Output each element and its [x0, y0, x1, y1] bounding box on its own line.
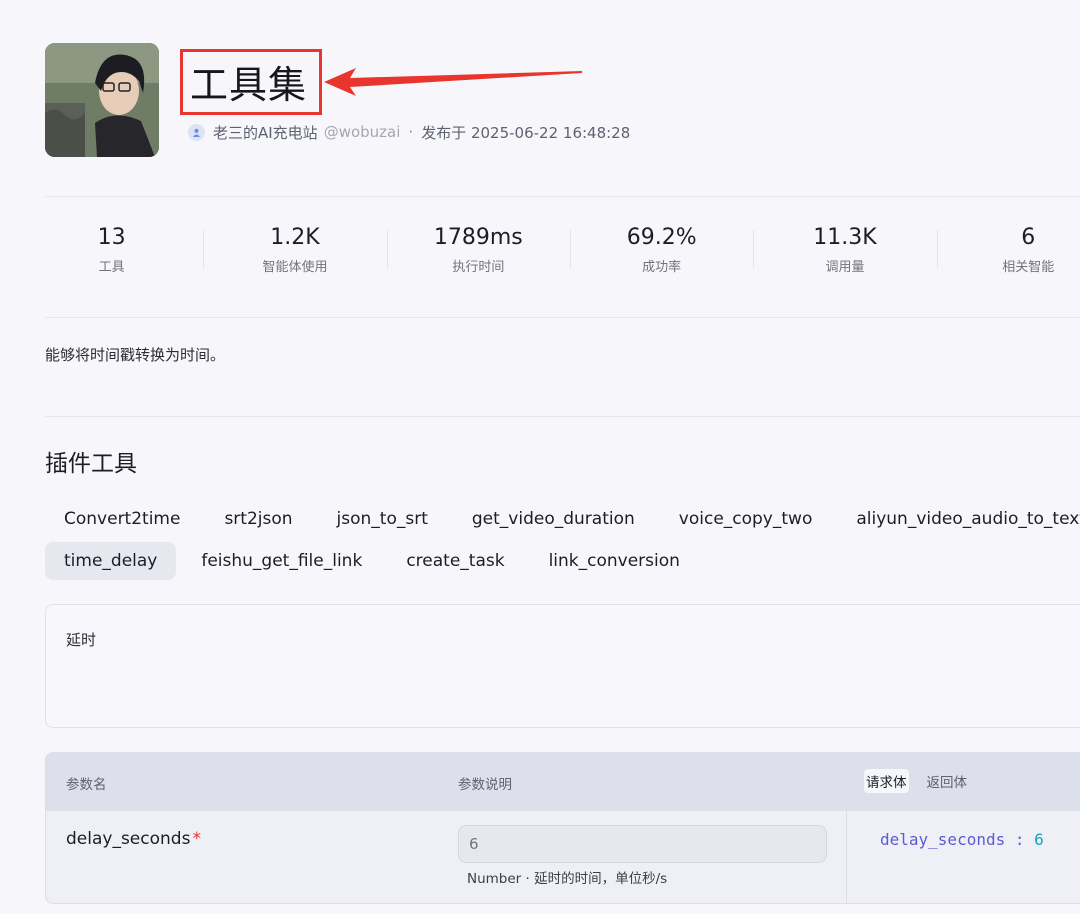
author-handle: @wobuzai [323, 123, 401, 141]
params-table: 参数名 参数说明 请求体 返回体 delay_seconds* Number ·… [45, 752, 1080, 904]
stat-value: 13 [97, 225, 126, 250]
col-header-param-name: 参数名 [66, 777, 107, 793]
divider [45, 416, 1080, 417]
stat-value: 69.2% [626, 225, 697, 250]
tool-description: 延时 [66, 631, 97, 649]
stats-bar: 13 工具 1.2K 智能体使用 1789ms 执行时间 69.2% 成功率 1… [20, 218, 1080, 282]
stat-success-rate: 69.2% 成功率 [569, 218, 753, 282]
divider [45, 317, 1080, 318]
stat-related-agents: 6 相关智能 [936, 218, 1080, 282]
tool-tabs-row-2: time_delay feishu_get_file_link create_t… [45, 542, 705, 580]
col-header-param-desc: 参数说明 [458, 777, 512, 793]
tab-link-conversion[interactable]: link_conversion [530, 542, 699, 580]
tab-convert2time[interactable]: Convert2time [45, 500, 199, 538]
json-key: delay_seconds [880, 830, 1006, 849]
annotation-arrow-icon [324, 68, 582, 96]
tab-voice-copy-two[interactable]: voice_copy_two [660, 500, 832, 538]
user-icon [188, 123, 205, 141]
column-divider [846, 811, 847, 903]
json-separator: : [1005, 830, 1035, 849]
stat-value: 1.2K [270, 225, 320, 250]
tab-json-to-srt[interactable]: json_to_srt [318, 500, 447, 538]
stat-call-count: 11.3K 调用量 [753, 218, 936, 282]
tab-response-body[interactable]: 返回体 [925, 769, 970, 793]
tab-create-task[interactable]: create_task [387, 542, 523, 580]
stat-label: 工具 [98, 260, 125, 275]
param-name-label: delay_seconds [66, 829, 191, 849]
meta-separator: · [408, 123, 414, 141]
divider [45, 196, 1080, 197]
stat-label: 成功率 [642, 260, 682, 275]
stat-label: 相关智能 [1002, 260, 1055, 275]
page-title: 工具集 [190, 63, 308, 107]
stat-value: 1789ms [433, 225, 523, 250]
json-value: 6 [1034, 830, 1044, 849]
tool-tabs-row-1: Convert2time srt2json json_to_srt get_vi… [45, 500, 1080, 538]
param-hint: Number · 延时的时间，单位秒/s [467, 871, 668, 887]
stat-agent-usage: 1.2K 智能体使用 [203, 218, 386, 282]
plugin-description: 能够将时间戳转换为时间。 [45, 346, 226, 364]
tab-srt2json[interactable]: srt2json [205, 500, 311, 538]
publish-date: 发布于 2025-06-22 16:48:28 [421, 123, 631, 142]
tab-feishu-get-file-link[interactable]: feishu_get_file_link [182, 542, 381, 580]
tab-request-body[interactable]: 请求体 [864, 769, 909, 793]
tab-aliyun-video-audio-to-text[interactable]: aliyun_video_audio_to_text [837, 500, 1080, 538]
stat-value: 11.3K [813, 225, 877, 250]
section-title: 插件工具 [45, 451, 137, 477]
params-header: 参数名 参数说明 请求体 返回体 [46, 753, 1080, 811]
body-tabs: 请求体 返回体 [864, 769, 985, 793]
stat-label: 执行时间 [452, 260, 505, 275]
tool-description-card: 延时 [45, 604, 1080, 728]
tab-time-delay[interactable]: time_delay [45, 542, 177, 580]
stat-label: 智能体使用 [262, 260, 328, 275]
required-marker: * [192, 829, 201, 849]
request-body-json: delay_seconds : 6 [880, 830, 1044, 849]
author-meta: 老三的AI充电站 @wobuzai · 发布于 2025-06-22 16:48… [188, 121, 630, 143]
stat-exec-time: 1789ms 执行时间 [386, 218, 570, 282]
avatar [45, 43, 159, 157]
stat-label: 调用量 [825, 260, 865, 275]
author-name[interactable]: 老三的AI充电站 [213, 122, 318, 143]
delay-seconds-input[interactable] [458, 825, 827, 863]
stat-tools: 13 工具 [20, 218, 203, 282]
param-name: delay_seconds * [66, 829, 201, 849]
tab-get-video-duration[interactable]: get_video_duration [453, 500, 654, 538]
stat-value: 6 [1021, 225, 1036, 250]
